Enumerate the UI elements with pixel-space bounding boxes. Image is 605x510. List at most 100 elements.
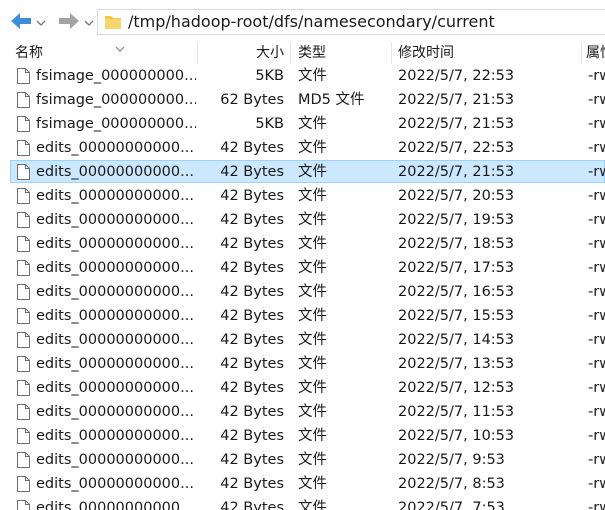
file-type: 文件 [298,428,327,444]
column-divider[interactable] [391,42,392,64]
file-row[interactable]: edits_00000000000... 42 Bytes 文件 2022/5/7, … [0,472,605,496]
file-attr: -rw [588,284,605,300]
file-modified: 2022/5/7, 14:53 [398,332,515,348]
file-size: 42 Bytes [220,284,284,300]
back-button[interactable] [8,9,34,33]
file-type: 文件 [298,236,327,252]
file-row[interactable]: edits_00000000000... 42 Bytes 文件 2022/5/7, … [0,448,605,472]
file-type: 文件 [298,308,327,324]
file-attr: -rw [588,212,605,228]
file-size: 42 Bytes [220,188,284,204]
column-attr[interactable]: 属性 [586,42,605,64]
file-name: edits_00000000000... [36,404,194,420]
file-attr: -rw [588,452,605,468]
file-type: 文件 [298,404,327,420]
file-size: 42 Bytes [220,356,284,372]
file-attr: -rw [588,164,605,180]
file-row[interactable]: edits_00000000000... 42 Bytes 文件 2022/5/7, … [0,208,605,232]
column-size[interactable]: 大小 [256,42,284,64]
file-modified: 2022/5/7, 10:53 [398,428,515,444]
file-row[interactable]: edits_00000000000... 42 Bytes 文件 2022/5/7, … [0,424,605,448]
file-row[interactable]: fsimage_000000000... 5KB 文件 2022/5/7, 22:53… [0,64,605,88]
file-row[interactable]: fsimage_000000000... 5KB 文件 2022/5/7, 21:53… [0,112,605,136]
sort-chevron-icon [115,38,125,60]
column-divider[interactable] [290,42,291,64]
file-size: 5KB [255,68,284,84]
file-icon [17,500,30,510]
file-size: 42 Bytes [220,212,284,228]
file-attr: -rw [588,428,605,444]
chevron-down-icon [84,14,94,33]
file-attr: -rw [588,236,605,252]
file-name: edits_00000000000... [36,212,194,228]
file-attr: -rw [588,500,605,510]
column-modified[interactable]: 修改时间 [398,42,454,64]
file-row[interactable]: edits_00000000000... 42 Bytes 文件 2022/5/7, … [0,376,605,400]
file-modified: 2022/5/7, 18:53 [398,236,515,252]
file-size: 42 Bytes [220,476,284,492]
file-row[interactable]: edits_00000000000... 42 Bytes 文件 2022/5/7, … [0,352,605,376]
path-text: /tmp/hadoop-root/dfs/namesecondary/curre… [128,12,495,31]
file-row[interactable]: edits_00000000000... 42 Bytes 文件 2022/5/7, … [0,232,605,256]
file-row[interactable]: edits_00000000000... 42 Bytes 文件 2022/5/7, … [0,256,605,280]
file-attr: -rw [588,140,605,156]
file-name: edits_00000000000... [36,308,194,324]
file-name: edits_00000000000... [36,188,194,204]
path-input[interactable]: /tmp/hadoop-root/dfs/namesecondary/curre… [97,9,605,35]
file-size: 42 Bytes [220,140,284,156]
file-name: edits_00000000000... [36,428,194,444]
file-row[interactable]: fsimage_000000000... 62 Bytes MD5 文件 2022/5… [0,88,605,112]
file-modified: 2022/5/7, 13:53 [398,356,515,372]
file-size: 42 Bytes [220,332,284,348]
file-list: fsimage_000000000... 5KB 文件 2022/5/7, 22:53… [0,64,605,510]
file-size: 5KB [255,116,284,132]
file-name: edits_00000000000... [36,140,194,156]
file-modified: 2022/5/7, 21:53 [398,116,515,132]
file-row[interactable]: edits_00000000000... 42 Bytes 文件 2022/5/7, … [0,304,605,328]
forward-button[interactable] [56,9,82,33]
file-attr: -rw [588,476,605,492]
file-type: 文件 [298,164,327,180]
column-divider[interactable] [197,42,198,64]
column-divider[interactable] [581,42,582,64]
file-size: 42 Bytes [220,308,284,324]
arrow-right-icon [57,11,81,31]
file-type: 文件 [298,116,327,132]
file-attr: -rw [588,92,605,108]
file-modified: 2022/5/7, 21:53 [398,92,515,108]
file-row[interactable]: edits_00000000000... 42 Bytes 文件 2022/5/7, … [0,280,605,304]
column-type[interactable]: 类型 [298,42,326,64]
file-size: 42 Bytes [220,404,284,420]
file-modified: 2022/5/7, 12:53 [398,380,515,396]
file-name: edits_00000000000... [36,236,194,252]
file-attr: -rw [588,332,605,348]
file-modified: 2022/5/7, 22:53 [398,68,515,84]
file-type: 文件 [298,380,327,396]
forward-history-dropdown[interactable] [84,14,94,26]
file-attr: -rw [588,68,605,84]
file-attr: -rw [588,188,605,204]
arrow-left-icon [9,11,33,31]
file-row[interactable]: edits_00000000000... 42 Bytes 文件 2022/5/7, … [0,400,605,424]
file-type: 文件 [298,212,327,228]
file-row[interactable]: edits_00000000000... 42 Bytes 文件 2022/5/7, … [0,136,605,160]
file-type: 文件 [298,68,327,84]
column-name[interactable]: 名称 [15,42,125,64]
file-type: 文件 [298,356,327,372]
file-type: 文件 [298,140,327,156]
file-name: fsimage_000000000... [36,92,196,108]
file-row[interactable]: edits_00000000000... 42 Bytes 文件 2022/5/7, … [0,184,605,208]
file-row[interactable]: edits_00000000000... 42 Bytes 文件 2022/5/7, … [0,160,605,184]
file-modified: 2022/5/7, 9:53 [398,452,505,468]
file-row[interactable]: edits_00000000000... 42 Bytes 文件 2022/5/7, … [0,496,605,510]
back-history-dropdown[interactable] [36,14,46,26]
file-name: edits_00000000000... [36,500,194,510]
chevron-down-icon [36,14,46,33]
file-type: 文件 [298,476,327,492]
file-attr: -rw [588,356,605,372]
file-attr: -rw [588,380,605,396]
file-type: 文件 [298,500,327,510]
file-row[interactable]: edits_00000000000... 42 Bytes 文件 2022/5/7, … [0,328,605,352]
file-type: 文件 [298,284,327,300]
file-size: 42 Bytes [220,500,284,510]
